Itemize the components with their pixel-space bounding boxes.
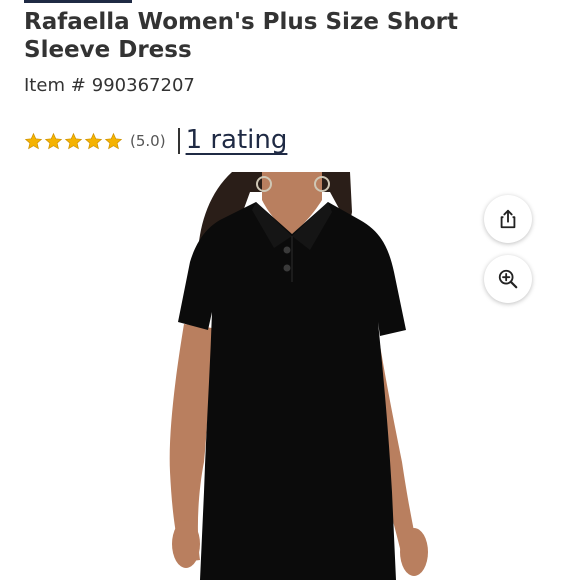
product-title: Rafaella Women's Plus Size Short Sleeve … <box>24 8 464 64</box>
product-title-line-1: Rafaella Women's Plus Size Short <box>24 9 459 35</box>
star-icon <box>44 132 63 149</box>
item-number-value: 990367207 <box>91 75 195 96</box>
dress-button-1 <box>283 246 291 254</box>
star-rating <box>24 132 123 151</box>
rating-row: (5.0) 1 rating <box>24 122 287 160</box>
share-button[interactable] <box>484 195 532 243</box>
rating-value: (5.0) <box>130 132 166 150</box>
star-icon <box>84 132 103 149</box>
star-icon <box>24 132 43 149</box>
share-icon <box>500 209 516 229</box>
zoom-in-icon <box>498 269 518 289</box>
item-number: Item # 990367207 <box>24 75 195 96</box>
hand-left <box>172 520 200 568</box>
product-title-line-2: Sleeve Dress <box>24 37 192 63</box>
zoom-button[interactable] <box>484 255 532 303</box>
rating-divider <box>177 128 180 154</box>
star-icon <box>104 132 123 149</box>
item-number-label: Item # <box>24 75 86 96</box>
dress-button-2 <box>283 264 291 272</box>
star-icon <box>64 132 83 149</box>
header-accent-bar <box>24 0 132 3</box>
ratings-count-link[interactable]: 1 rating <box>186 125 288 157</box>
hand-right <box>400 528 428 576</box>
